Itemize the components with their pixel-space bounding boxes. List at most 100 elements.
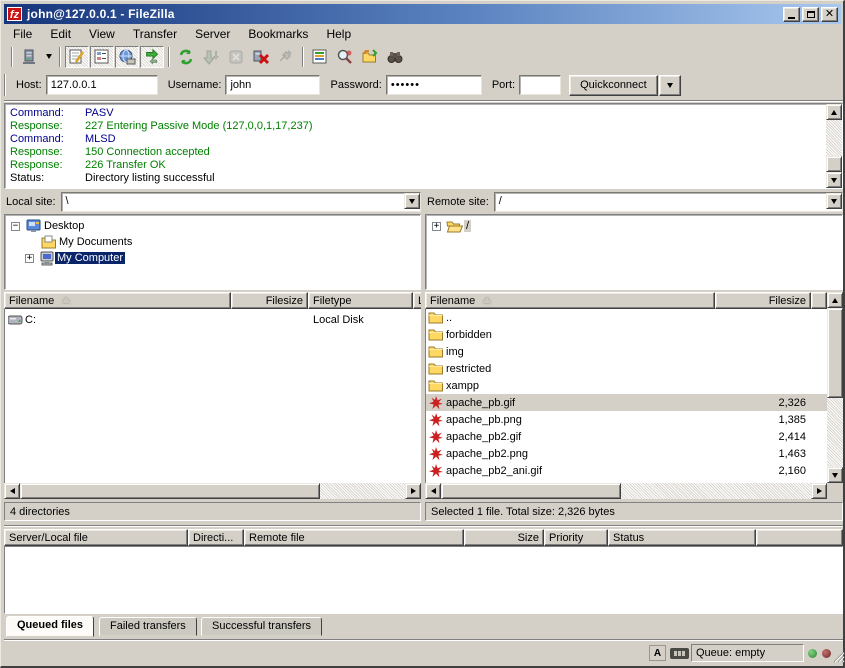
titlebar[interactable]: fz john@127.0.0.1 - FileZilla ✕ <box>4 4 841 24</box>
file-name: .. <box>444 312 452 324</box>
remote-column-filename[interactable]: Filename <box>425 292 715 309</box>
toggle-transfer-queue-button[interactable] <box>140 46 164 68</box>
scroll-down-icon <box>832 473 838 478</box>
toggle-remote-tree-button[interactable] <box>115 46 139 68</box>
log-scrollbar-thumb[interactable] <box>826 156 842 172</box>
filter-button[interactable] <box>308 46 332 68</box>
disconnect-button[interactable] <box>249 46 273 68</box>
remote-status-text: Selected 1 file. Total size: 2,326 bytes <box>431 506 615 518</box>
remote-site-combobox[interactable]: / <box>494 192 843 212</box>
file-search-button[interactable] <box>333 46 357 68</box>
tree-item-my-documents[interactable]: My Documents <box>41 234 134 250</box>
local-column-filename[interactable]: Filename <box>4 292 231 309</box>
local-scroll-left-button[interactable] <box>4 483 20 499</box>
menu-bookmarks[interactable]: Bookmarks <box>239 25 317 43</box>
remote-file-row[interactable]: img <box>426 343 827 360</box>
menu-view[interactable]: View <box>80 25 124 43</box>
minimize-button[interactable] <box>783 7 800 22</box>
queue-splitter[interactable] <box>4 525 843 527</box>
remote-file-row[interactable]: apache_pb2_ani.gif 2,160 <box>426 462 827 479</box>
host-input[interactable] <box>46 75 158 95</box>
remote-file-row[interactable]: apache_pb2.png 1,463 <box>426 445 827 462</box>
port-input[interactable] <box>519 75 561 95</box>
site-manager-button[interactable] <box>17 46 41 68</box>
tree-item-root[interactable]: + / <box>432 218 471 234</box>
remote-site-dropdown-button[interactable] <box>826 193 842 209</box>
queue-column-size[interactable]: Size <box>464 529 544 546</box>
local-status-text: 4 directories <box>10 506 70 518</box>
refresh-button[interactable] <box>174 46 198 68</box>
tree-item-label: Desktop <box>42 220 86 232</box>
remote-scroll-left-button[interactable] <box>425 483 441 499</box>
queue-column-remote-file[interactable]: Remote file <box>244 529 464 546</box>
menu-help[interactable]: Help <box>317 25 360 43</box>
scroll-right-icon <box>411 488 416 494</box>
file-name: forbidden <box>444 329 492 341</box>
log-line: Command:MLSD <box>5 133 842 146</box>
username-input[interactable] <box>225 75 320 95</box>
log-scroll-down-button[interactable] <box>826 172 842 188</box>
remote-file-row[interactable]: apache_pb2.gif 2,414 <box>426 428 827 445</box>
local-site-combobox[interactable]: \ <box>61 192 421 212</box>
queue-column-direction[interactable]: Directi... <box>188 529 244 546</box>
quickconnect-button[interactable]: Quickconnect <box>569 75 658 96</box>
remote-scroll-down-button[interactable] <box>827 467 843 483</box>
quickconnect-dropdown[interactable] <box>659 75 681 96</box>
tab-successful-transfers[interactable]: Successful transfers <box>201 617 322 636</box>
resize-grip[interactable] <box>832 650 845 663</box>
directory-comparison-button[interactable] <box>358 46 382 68</box>
process-queue-button[interactable] <box>199 46 223 68</box>
local-file-row[interactable]: C: Local Disk <box>5 311 420 328</box>
local-hscrollbar-thumb[interactable] <box>20 483 320 499</box>
queue-column-status[interactable]: Status <box>608 529 756 546</box>
reconnect-button[interactable] <box>274 46 298 68</box>
remote-file-row[interactable]: .. <box>426 309 827 326</box>
toggle-local-tree-button[interactable] <box>90 46 114 68</box>
menu-file[interactable]: File <box>4 25 41 43</box>
maximize-button[interactable] <box>802 7 819 22</box>
queue-column-priority[interactable]: Priority <box>544 529 608 546</box>
remote-site-value[interactable]: / <box>494 192 843 212</box>
menu-edit[interactable]: Edit <box>41 25 80 43</box>
local-scroll-right-button[interactable] <box>405 483 421 499</box>
cancel-operation-button[interactable] <box>224 46 248 68</box>
remote-scroll-right-button[interactable] <box>811 483 827 499</box>
remote-hscrollbar-thumb[interactable] <box>441 483 621 499</box>
tab-failed-transfers[interactable]: Failed transfers <box>99 617 197 636</box>
remote-file-row[interactable]: xampp <box>426 377 827 394</box>
remote-file-row[interactable]: apache_pb.png 1,385 <box>426 411 827 428</box>
tab-queued-files[interactable]: Queued files <box>6 616 94 637</box>
local-site-dropdown-button[interactable] <box>404 193 420 209</box>
encryption-indicator-icon <box>670 648 689 659</box>
queue-list[interactable] <box>4 546 843 614</box>
local-site-value[interactable]: \ <box>61 192 421 212</box>
password-label: Password: <box>330 79 381 91</box>
log-scroll-up-button[interactable] <box>826 104 842 120</box>
remote-file-row-selected[interactable]: apache_pb.gif 2,326 <box>426 394 827 411</box>
menu-server[interactable]: Server <box>186 25 239 43</box>
password-input[interactable] <box>386 75 482 95</box>
folder-icon <box>428 345 444 359</box>
remote-file-row[interactable]: restricted <box>426 360 827 377</box>
site-manager-dropdown[interactable] <box>42 46 55 68</box>
remote-file-row[interactable]: forbidden <box>426 326 827 343</box>
local-site-bar: Local site: \ <box>4 191 421 213</box>
file-name: apache_pb2.png <box>444 448 528 460</box>
local-column-filetype[interactable]: Filetype <box>308 292 413 309</box>
expand-icon[interactable]: + <box>25 254 34 263</box>
remote-column-filesize[interactable]: Filesize <box>715 292 811 309</box>
remote-vscrollbar-thumb[interactable] <box>827 308 843 398</box>
queue-column-server-local-file[interactable]: Server/Local file <box>4 529 188 546</box>
local-column-filesize[interactable]: Filesize <box>231 292 308 309</box>
tree-item-my-computer[interactable]: + My Computer <box>25 250 125 266</box>
close-button[interactable]: ✕ <box>821 7 838 22</box>
synchronized-browsing-button[interactable] <box>383 46 407 68</box>
remote-scroll-up-button[interactable] <box>827 292 843 308</box>
toggle-message-log-button[interactable] <box>65 46 89 68</box>
tree-item-desktop[interactable]: − Desktop <box>11 218 86 234</box>
menu-transfer[interactable]: Transfer <box>124 25 186 43</box>
collapse-icon[interactable]: − <box>11 222 20 231</box>
toolbar-separator <box>59 47 61 67</box>
expand-icon[interactable]: + <box>432 222 441 231</box>
transfer-queue-icon <box>143 48 161 66</box>
